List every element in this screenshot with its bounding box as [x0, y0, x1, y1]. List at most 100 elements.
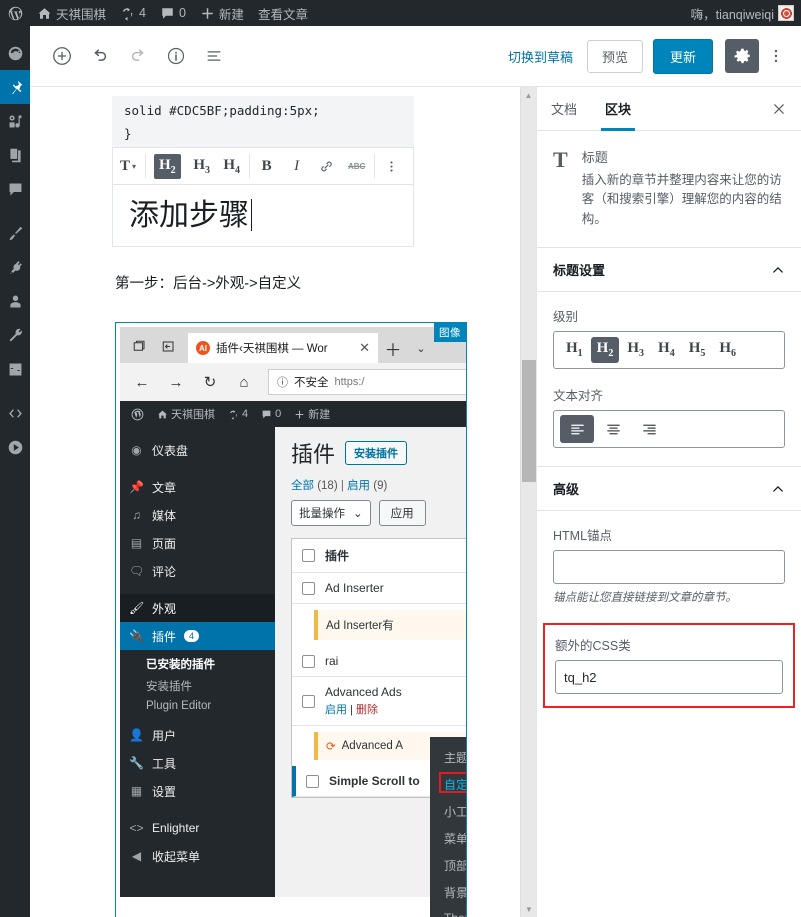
- row-checkbox[interactable]: [306, 774, 319, 788]
- delete-link[interactable]: 删除: [356, 704, 378, 716]
- adminbar-updates[interactable]: 4: [113, 0, 153, 26]
- table-row[interactable]: Advanced Ads 启用 | 删除: [292, 677, 466, 727]
- additional-css-input[interactable]: [555, 660, 783, 695]
- paragraph-block[interactable]: 第一步：后台->外观->自定义: [115, 273, 415, 296]
- reload-button[interactable]: ↻: [194, 366, 226, 398]
- italic-button[interactable]: I: [282, 148, 312, 184]
- row-checkbox[interactable]: [302, 694, 315, 708]
- sidebar-item-appearance[interactable]: [0, 216, 30, 250]
- submenu-plugin-editor[interactable]: Plugin Editor: [120, 697, 275, 715]
- link-button[interactable]: [312, 148, 342, 184]
- sidebar-item-settings[interactable]: [0, 352, 30, 386]
- tab-list-button[interactable]: ⌄: [408, 333, 434, 363]
- adminbar-wordpress-logo[interactable]: [0, 0, 30, 26]
- add-block-button[interactable]: [44, 38, 80, 74]
- embedded-updates[interactable]: 4: [223, 408, 253, 420]
- update-button[interactable]: 更新: [652, 38, 713, 74]
- bold-button[interactable]: B: [252, 148, 282, 184]
- scrollbar-thumb[interactable]: [522, 360, 537, 482]
- row-checkbox[interactable]: [302, 654, 315, 668]
- close-sidebar-button[interactable]: [757, 87, 801, 130]
- heading-level-h4-button[interactable]: H4: [217, 148, 247, 184]
- embedded-menu-enlighter[interactable]: <> Enlighter: [120, 814, 275, 842]
- preview-button[interactable]: 预览: [586, 39, 643, 73]
- editor-scrollbar[interactable]: ▲ ▼: [520, 87, 537, 917]
- forward-button[interactable]: →: [160, 366, 192, 398]
- filter-active-link[interactable]: 启用: [347, 480, 370, 492]
- sidebar-item-users[interactable]: [0, 284, 30, 318]
- embedded-menu-appearance[interactable]: 🖌 外观: [120, 594, 275, 623]
- embedded-menu-posts[interactable]: 📌 文章: [120, 473, 275, 501]
- submenu-installed-plugins[interactable]: 已安装的插件: [120, 653, 275, 675]
- level-h4-button[interactable]: H4: [652, 337, 681, 363]
- flyout-item-theme-editor[interactable]: Theme Editor: [430, 906, 466, 917]
- adminbar-my-account[interactable]: 嗨，tianqiweiqi: [684, 0, 801, 26]
- embedded-menu-dashboard[interactable]: ◉ 仪表盘: [120, 436, 275, 464]
- heading-level-h3-button[interactable]: H3: [187, 148, 217, 184]
- back-button[interactable]: ←: [126, 366, 158, 398]
- embedded-menu-comments[interactable]: 🗨 评论: [120, 557, 275, 585]
- sidebar-item-posts[interactable]: [0, 70, 36, 104]
- more-tools-button[interactable]: [763, 39, 789, 73]
- home-button[interactable]: ⌂: [228, 366, 260, 398]
- table-row[interactable]: rai: [292, 646, 466, 678]
- sidebar-item-pages[interactable]: [0, 138, 30, 172]
- sidebar-item-media[interactable]: [0, 104, 30, 138]
- bulk-actions-select[interactable]: 批量操作 ⌄: [291, 500, 371, 527]
- address-bar[interactable]: ⓘ 不安全 https:/: [268, 369, 466, 396]
- align-right-button[interactable]: [632, 415, 666, 443]
- close-icon[interactable]: ✕: [359, 340, 370, 356]
- heading-block-text[interactable]: 添加步骤: [129, 196, 252, 235]
- embedded-menu-media[interactable]: ♫ 媒体: [120, 501, 275, 529]
- redo-button[interactable]: [120, 38, 156, 74]
- adminbar-view-post[interactable]: 查看文章: [251, 0, 315, 26]
- sidebar-item-dashboard[interactable]: [0, 36, 30, 70]
- align-center-button[interactable]: [596, 415, 630, 443]
- block-type-switcher[interactable]: T ▾: [113, 148, 143, 184]
- embedded-home-link[interactable]: 天祺围棋: [152, 406, 220, 422]
- level-h6-button[interactable]: H6: [713, 337, 742, 363]
- tab-document[interactable]: 文档: [537, 87, 591, 130]
- embedded-menu-settings[interactable]: ▦ 设置: [120, 777, 275, 805]
- code-block[interactable]: solid #CDC5BF;padding:5px; }: [112, 96, 414, 147]
- embedded-menu-pages[interactable]: ▤ 页面: [120, 529, 275, 557]
- level-h1-button[interactable]: H1: [560, 337, 589, 363]
- sidebar-item-comments[interactable]: [0, 172, 30, 206]
- content-info-button[interactable]: [158, 38, 194, 74]
- adminbar-new-content[interactable]: 新建: [193, 0, 251, 26]
- heading-level-h2-button[interactable]: H2: [148, 148, 187, 184]
- submenu-add-plugin[interactable]: 安装插件: [120, 675, 275, 697]
- switch-to-draft-button[interactable]: 切换到草稿: [508, 47, 573, 66]
- level-h3-button[interactable]: H3: [621, 337, 650, 363]
- scrollbar-up-arrow[interactable]: ▲: [521, 87, 536, 103]
- flyout-item-menus[interactable]: 菜单: [430, 825, 466, 852]
- add-new-plugin-button[interactable]: 安装插件: [345, 441, 408, 466]
- flyout-item-widgets[interactable]: 小工具: [430, 798, 466, 825]
- heading-settings-panel-header[interactable]: 标题设置: [537, 248, 801, 293]
- set-tabs-aside-icon[interactable]: [161, 339, 176, 354]
- sidebar-item-enlighter[interactable]: [0, 396, 30, 430]
- sidebar-item-plugins[interactable]: [0, 250, 30, 284]
- level-h5-button[interactable]: H5: [683, 337, 712, 363]
- undo-button[interactable]: [82, 38, 118, 74]
- scrollbar-down-arrow[interactable]: ▼: [521, 901, 537, 917]
- embedded-menu-tools[interactable]: 🔧 工具: [120, 749, 275, 777]
- embedded-menu-users[interactable]: 👤 用户: [120, 721, 275, 749]
- flyout-item-background[interactable]: 背景: [430, 879, 466, 906]
- embedded-menu-collapse[interactable]: ◀ 收起菜单: [120, 842, 275, 870]
- tab-block[interactable]: 区块: [591, 87, 645, 131]
- flyout-item-header[interactable]: 顶部: [430, 852, 466, 879]
- block-navigation-button[interactable]: [196, 38, 232, 74]
- embedded-wp-logo[interactable]: [126, 408, 149, 421]
- strikethrough-button[interactable]: ABC: [342, 148, 372, 184]
- html-anchor-input[interactable]: [553, 550, 785, 585]
- embedded-menu-plugins[interactable]: 🔌 插件 4: [120, 622, 283, 651]
- editor-content-area[interactable]: solid #CDC5BF;padding:5px; } T ▾ H2 H3 H…: [30, 87, 536, 917]
- level-h2-button[interactable]: H2: [590, 337, 620, 364]
- select-all-checkbox[interactable]: [302, 549, 315, 563]
- new-tab-button[interactable]: ＋: [378, 333, 408, 363]
- sidebar-item-tools[interactable]: [0, 318, 30, 352]
- heading-block[interactable]: 添加步骤: [112, 185, 414, 247]
- filter-all-link[interactable]: 全部: [291, 480, 314, 492]
- embedded-comments[interactable]: 0: [256, 408, 286, 420]
